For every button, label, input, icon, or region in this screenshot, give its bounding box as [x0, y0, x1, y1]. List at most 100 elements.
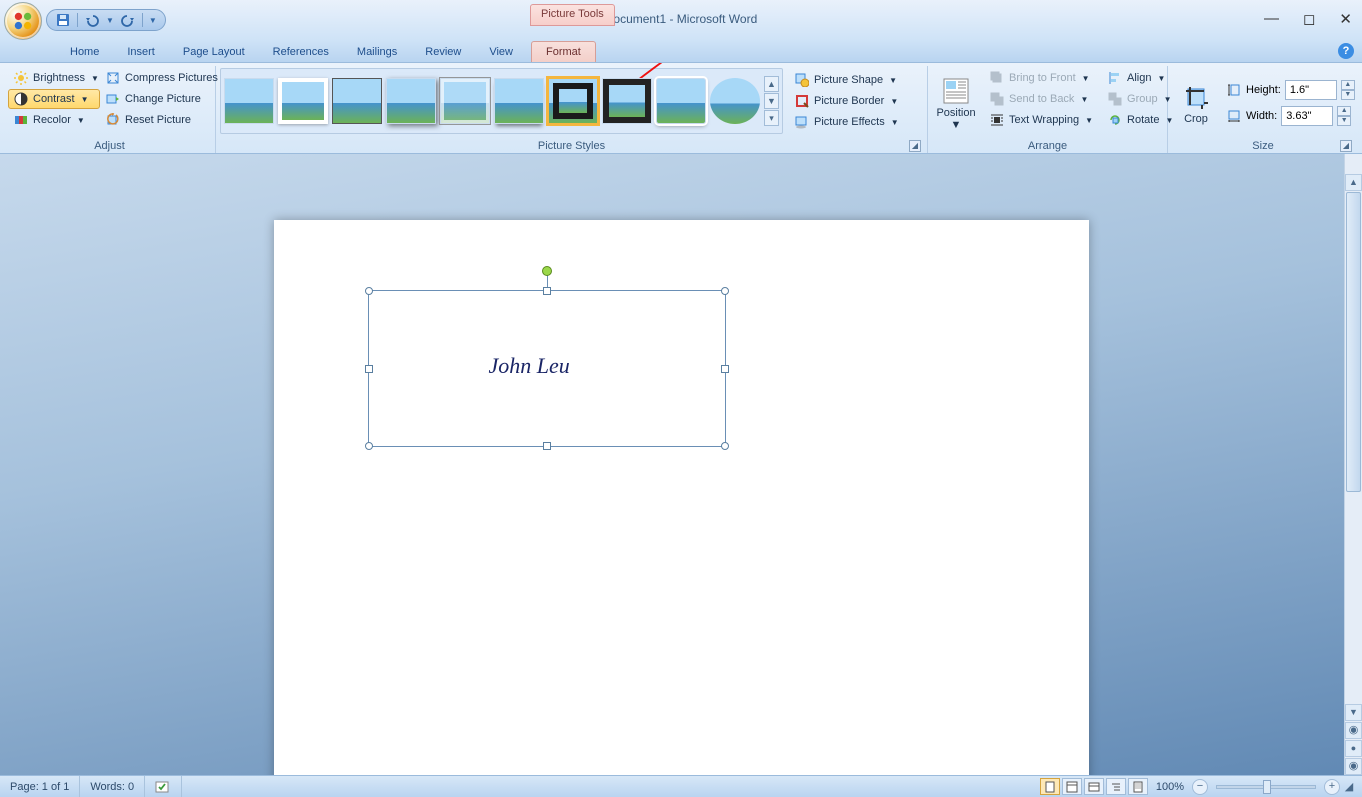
status-page[interactable]: Page: 1 of 1: [0, 776, 80, 797]
tab-view[interactable]: View: [475, 42, 527, 62]
close-button[interactable]: ✕: [1339, 10, 1352, 28]
align-button[interactable]: Align▼: [1102, 68, 1178, 88]
style-thumb-1[interactable]: [224, 78, 274, 124]
change-picture-button[interactable]: Change Picture: [100, 89, 216, 109]
height-spin-up[interactable]: ▲: [1341, 80, 1355, 90]
width-spin-up[interactable]: ▲: [1337, 106, 1351, 116]
tab-format[interactable]: Format: [531, 41, 596, 62]
size-dialog-launcher[interactable]: ◢: [1340, 140, 1352, 152]
style-thumb-10[interactable]: [710, 78, 760, 124]
rotate-handle[interactable]: [542, 266, 552, 276]
style-thumb-6[interactable]: [494, 78, 544, 124]
scroll-down[interactable]: ▼: [1345, 704, 1362, 721]
qat-customize-dropdown[interactable]: ▼: [149, 16, 157, 25]
picture-effects-button[interactable]: Picture Effects▼: [789, 112, 904, 132]
view-print-layout[interactable]: [1040, 778, 1060, 795]
picture-shape-button[interactable]: Picture Shape▼: [789, 70, 904, 90]
resize-handle-ne[interactable]: [721, 287, 729, 295]
crop-button[interactable]: Crop: [1172, 78, 1220, 128]
tab-review[interactable]: Review: [411, 42, 475, 62]
tab-insert[interactable]: Insert: [113, 42, 169, 62]
picture-border-button[interactable]: Picture Border▼: [789, 91, 904, 111]
resize-handle-s[interactable]: [543, 442, 551, 450]
zoom-out[interactable]: −: [1192, 779, 1208, 795]
document-area: —▥ John Leu ▲ ▼ ◉ ● ◉: [0, 154, 1362, 775]
minimize-button[interactable]: —: [1264, 10, 1279, 28]
contrast-icon: [13, 91, 29, 107]
rotate-icon: [1107, 112, 1123, 128]
tab-page-layout[interactable]: Page Layout: [169, 42, 259, 62]
resize-handle-nw[interactable]: [365, 287, 373, 295]
help-icon[interactable]: ?: [1338, 43, 1354, 59]
zoom-level[interactable]: 100%: [1156, 781, 1184, 793]
style-thumb-3[interactable]: [332, 78, 382, 124]
status-proofing[interactable]: [145, 776, 182, 797]
brightness-button[interactable]: Brightness▼: [8, 68, 100, 88]
group-title-adjust: Adjust: [8, 138, 211, 153]
recolor-icon: [13, 112, 29, 128]
group-arrange: Position▼ Bring to Front▼ Send to Back▼ …: [928, 66, 1168, 153]
style-thumb-7[interactable]: [548, 78, 598, 124]
redo-icon[interactable]: [120, 12, 136, 28]
office-button[interactable]: [4, 2, 42, 40]
picture-shape-icon: [794, 72, 810, 88]
zoom-slider[interactable]: [1216, 785, 1316, 789]
text-wrapping-button[interactable]: Text Wrapping▼: [984, 110, 1098, 130]
width-spin-down[interactable]: ▼: [1337, 116, 1351, 126]
rotate-button[interactable]: Rotate▼: [1102, 110, 1178, 130]
zoom-in[interactable]: +: [1324, 779, 1340, 795]
tab-mailings[interactable]: Mailings: [343, 42, 411, 62]
view-web-layout[interactable]: [1084, 778, 1104, 795]
style-thumb-4[interactable]: [386, 78, 436, 124]
height-input[interactable]: [1285, 80, 1337, 100]
gallery-scroll-up[interactable]: ▲: [764, 76, 779, 92]
resize-handle-n[interactable]: [543, 287, 551, 295]
save-icon[interactable]: [55, 12, 71, 28]
view-draft[interactable]: [1128, 778, 1148, 795]
gallery-more[interactable]: ▾: [764, 110, 779, 126]
vertical-scrollbar[interactable]: ▲ ▼ ◉ ● ◉: [1344, 154, 1362, 775]
tab-references[interactable]: References: [259, 42, 343, 62]
browse-object[interactable]: ●: [1345, 740, 1362, 757]
prev-page[interactable]: ◉: [1345, 722, 1362, 739]
style-thumb-9[interactable]: [656, 78, 706, 124]
next-page[interactable]: ◉: [1345, 758, 1362, 775]
style-thumb-5[interactable]: [440, 78, 490, 124]
bring-to-front-button: Bring to Front▼: [984, 68, 1098, 88]
resize-handle-e[interactable]: [721, 365, 729, 373]
width-label: Width:: [1246, 110, 1277, 122]
scroll-up[interactable]: ▲: [1345, 174, 1362, 191]
styles-dialog-launcher[interactable]: ◢: [909, 140, 921, 152]
tab-home[interactable]: Home: [56, 42, 113, 62]
reset-picture-icon: [105, 112, 121, 128]
compress-pictures-button[interactable]: Compress Pictures: [100, 68, 216, 88]
style-thumb-2[interactable]: [278, 78, 328, 124]
contrast-button[interactable]: Contrast▼: [8, 89, 100, 109]
group-title-styles: Picture Styles◢: [220, 138, 923, 153]
resize-handle-se[interactable]: [721, 442, 729, 450]
scrollbar-thumb[interactable]: [1346, 192, 1361, 492]
style-thumb-8[interactable]: [602, 78, 652, 124]
position-button[interactable]: Position▼: [932, 68, 980, 138]
resize-grip[interactable]: ◢: [1342, 780, 1356, 793]
status-words[interactable]: Words: 0: [80, 776, 145, 797]
selected-picture[interactable]: John Leu: [368, 290, 726, 447]
align-icon: [1107, 70, 1123, 86]
document-page[interactable]: John Leu: [274, 220, 1089, 775]
maximize-button[interactable]: ◻: [1303, 10, 1315, 28]
height-label: Height:: [1246, 84, 1281, 96]
undo-dropdown[interactable]: ▼: [106, 16, 114, 25]
signature-text: John Leu: [489, 353, 570, 379]
height-icon: [1226, 82, 1242, 98]
gallery-scroll-down[interactable]: ▼: [764, 93, 779, 109]
reset-picture-button[interactable]: Reset Picture: [100, 110, 216, 130]
view-full-screen[interactable]: [1062, 778, 1082, 795]
height-spin-down[interactable]: ▼: [1341, 90, 1355, 100]
resize-handle-sw[interactable]: [365, 442, 373, 450]
undo-icon[interactable]: [84, 12, 100, 28]
recolor-button[interactable]: Recolor▼: [8, 110, 100, 130]
view-outline[interactable]: [1106, 778, 1126, 795]
width-input[interactable]: [1281, 106, 1333, 126]
picture-styles-gallery[interactable]: ▲ ▼ ▾: [220, 68, 783, 134]
resize-handle-w[interactable]: [365, 365, 373, 373]
